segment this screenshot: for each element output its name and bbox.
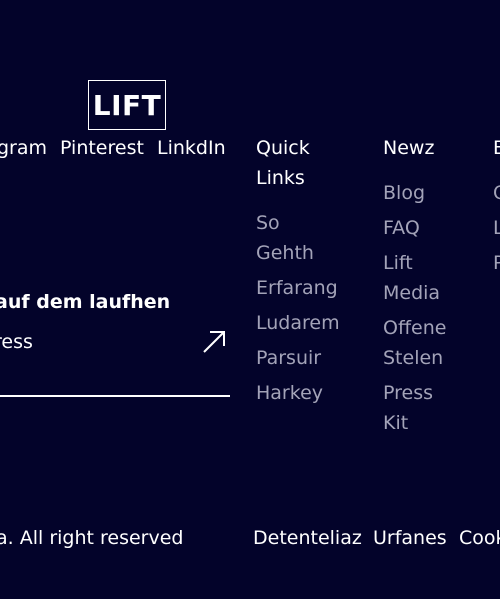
newz-list: Blog FAQ Lift Media Offene Stelen Press … — [383, 178, 458, 443]
newz-heading: Newz — [383, 137, 435, 159]
newz-link-offene-stelen[interactable]: Offene Stelen — [383, 313, 453, 373]
newz-link-lift-media[interactable]: Lift Media — [383, 248, 443, 308]
arrow-up-right-icon[interactable] — [201, 329, 227, 355]
footer-link-detenteliaz[interactable]: Detenteliaz — [253, 527, 362, 549]
social-link-instagram[interactable]: gram — [0, 137, 47, 159]
quick-link-ludarem[interactable]: Ludarem — [256, 308, 346, 338]
quick-link-erfarang[interactable]: Erfarang — [256, 273, 346, 303]
social-link-pinterest[interactable]: Pinterest — [60, 137, 144, 159]
footer-link-cookies[interactable]: Cook — [459, 527, 500, 549]
social-link-linkedin[interactable]: LinkdIn — [157, 137, 226, 159]
footer-link-urfanes[interactable]: Urfanes — [373, 527, 447, 549]
logo-text: LIFT — [92, 88, 162, 122]
newz-link-faq[interactable]: FAQ — [383, 213, 458, 243]
quick-link-parsuir[interactable]: Parsuir — [256, 343, 346, 373]
third-column-link-2[interactable]: L — [493, 213, 500, 243]
quick-links-heading: Quick Links — [256, 137, 310, 189]
newz-link-blog[interactable]: Blog — [383, 178, 458, 208]
newz-link-press-kit[interactable]: Press Kit — [383, 378, 438, 438]
third-column-heading: E — [493, 137, 500, 159]
email-input[interactable]: ress — [0, 331, 33, 353]
quick-link-harkey[interactable]: Harkey — [256, 378, 346, 408]
email-input-underline — [0, 395, 230, 397]
third-column-link-1[interactable]: C — [493, 178, 500, 208]
lift-logo[interactable]: LIFT — [88, 80, 166, 130]
third-column-list: C L P — [493, 178, 500, 283]
third-column-link-3[interactable]: P — [493, 248, 500, 278]
copyright-text: a. All right reserved — [0, 527, 184, 549]
quick-link-so-gehth[interactable]: So Gehth — [256, 208, 316, 268]
newsletter-title: auf dem laufhen — [0, 291, 171, 313]
quick-links-list: So Gehth Erfarang Ludarem Parsuir Harkey — [256, 208, 346, 413]
